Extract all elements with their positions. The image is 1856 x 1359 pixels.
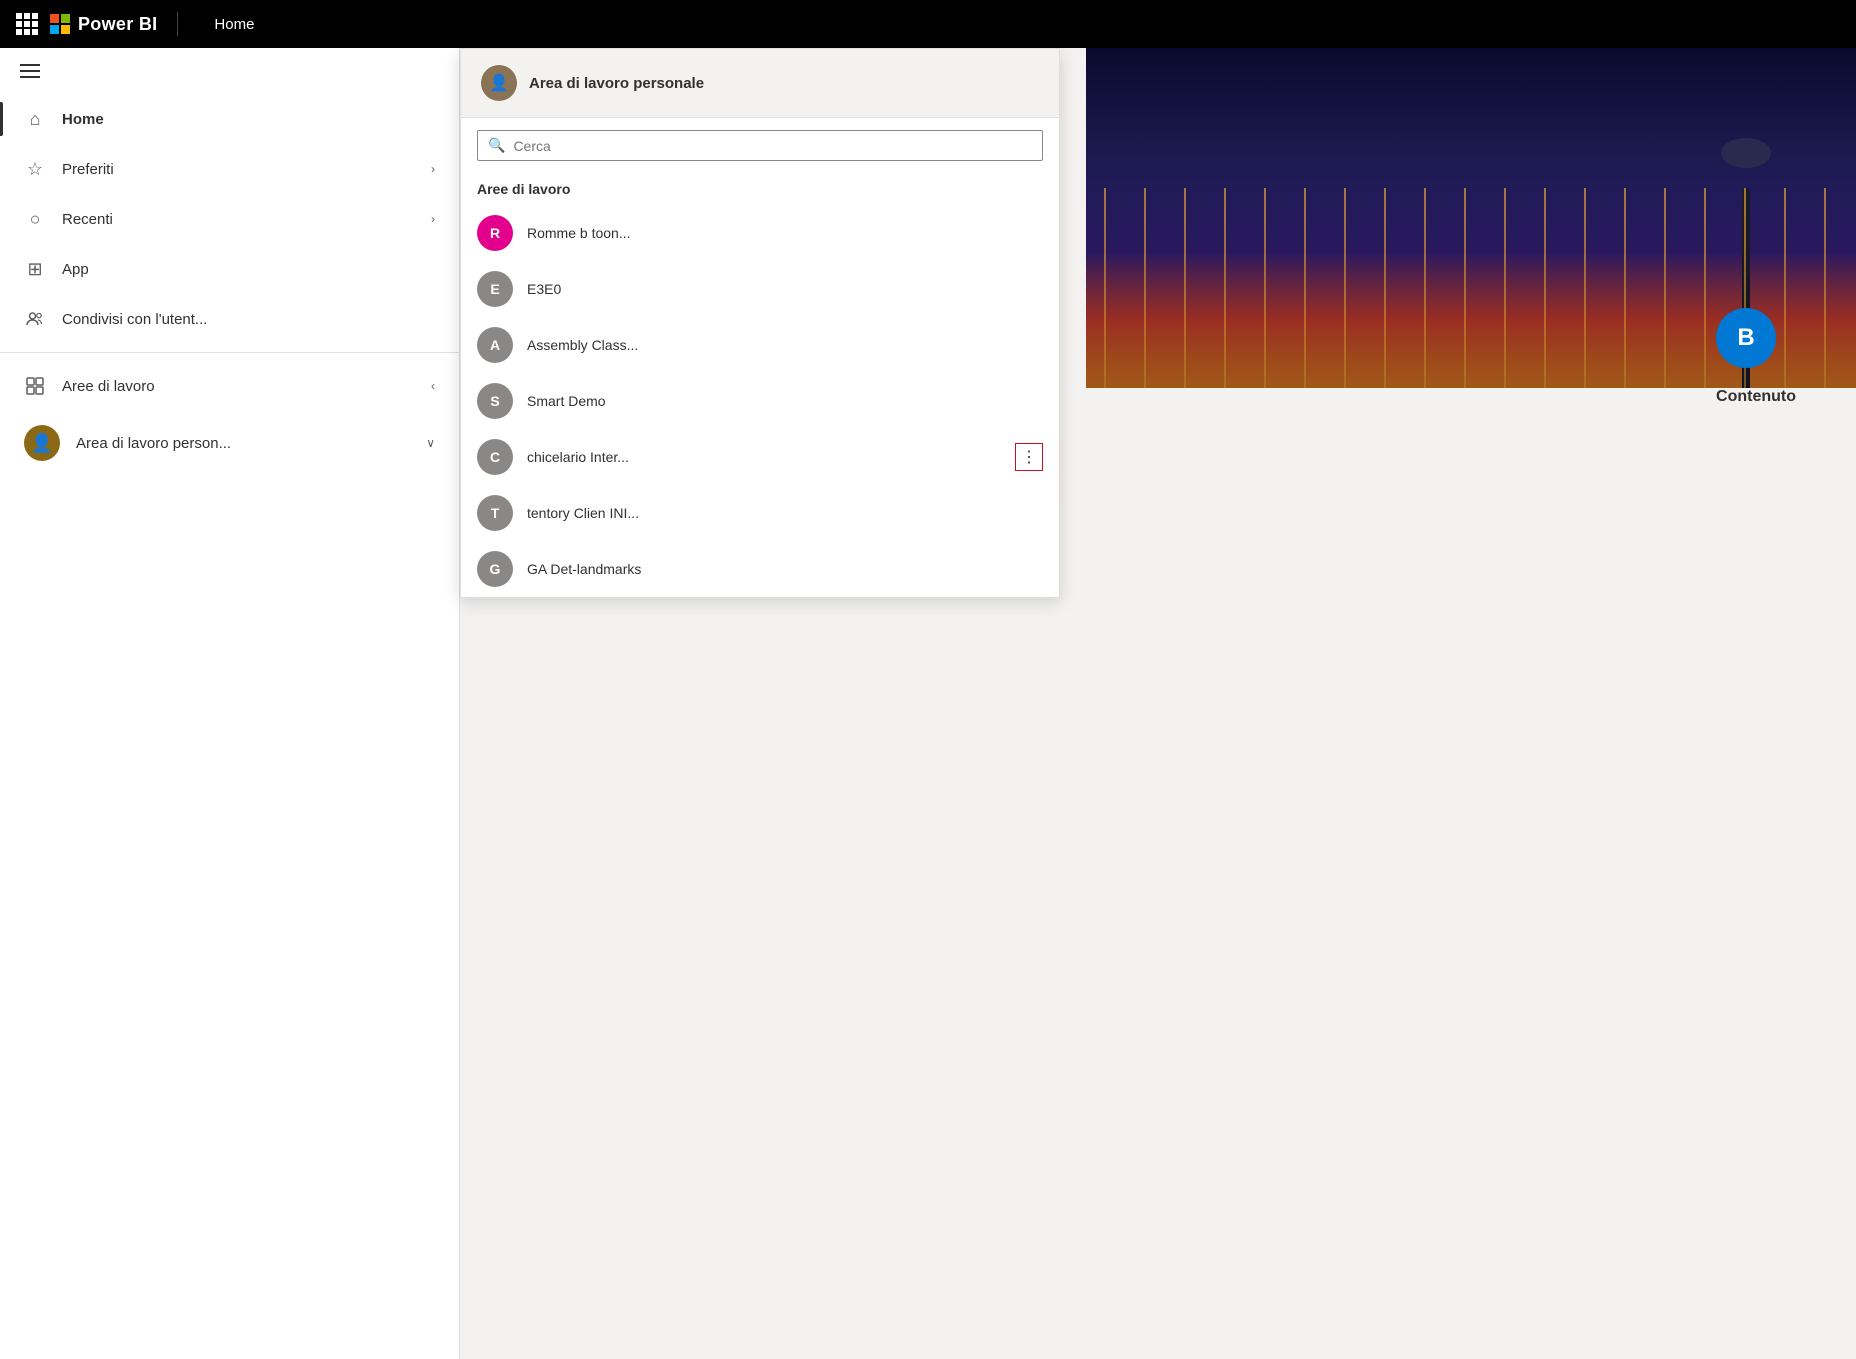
- topbar-page-name: Home: [214, 16, 254, 33]
- sidebar-label-preferiti: Preferiti: [62, 161, 415, 178]
- workspace-avatar-3: S: [477, 383, 513, 419]
- grid-icon: ⊞: [24, 258, 46, 280]
- microsoft-logo: Power BI: [50, 14, 157, 35]
- workspace-avatar-0: R: [477, 215, 513, 251]
- sidebar-label-area-personale: Area di lavoro person...: [76, 435, 410, 452]
- workspace-avatar-5: T: [477, 495, 513, 531]
- ms-red-square: [50, 14, 59, 23]
- sidebar-nav: ⌂ Home ☆ Preferiti › ○ Recenti › ⊞ App: [0, 94, 459, 1359]
- workspace-item-5[interactable]: T tentory Clien INI...: [461, 485, 1059, 541]
- user-b-avatar: B: [1716, 308, 1776, 368]
- people-icon: [24, 308, 46, 330]
- sidebar-item-aree-di-lavoro[interactable]: Aree di lavoro ‹: [0, 361, 459, 411]
- workspace-name-2: Assembly Class...: [527, 337, 1043, 353]
- workspace-name-3: Smart Demo: [527, 393, 1043, 409]
- ms-yellow-square: [61, 25, 70, 34]
- workspace-avatar-4: C: [477, 439, 513, 475]
- waffle-button[interactable]: [16, 13, 38, 35]
- sidebar-toggle-button[interactable]: [0, 48, 459, 94]
- workspace-more-button[interactable]: ⋮: [1015, 443, 1043, 471]
- sidebar-item-recenti[interactable]: ○ Recenti ›: [0, 194, 459, 244]
- ms-blue-square: [50, 25, 59, 34]
- workspace-list: R Romme b toon... E E3E0 A Assembly Clas…: [461, 205, 1059, 597]
- chevron-left-icon: ‹: [431, 379, 435, 393]
- ms-green-square: [61, 14, 70, 23]
- workspace-name-4: chicelario Inter...: [527, 449, 1001, 465]
- search-box[interactable]: 🔍: [477, 130, 1043, 161]
- section-title-workspaces: Aree di lavoro: [461, 173, 1059, 205]
- sidebar-label-condivisi: Condivisi con l'utent...: [62, 311, 435, 328]
- user-avatar-dropdown: 👤: [481, 65, 517, 101]
- sidebar-label-home: Home: [62, 111, 435, 128]
- main-layout: ⌂ Home ☆ Preferiti › ○ Recenti › ⊞ App: [0, 48, 1856, 1359]
- contenuto-label: Contenuto: [1716, 388, 1796, 406]
- search-icon: 🔍: [488, 137, 505, 154]
- sidebar-label-app: App: [62, 261, 435, 278]
- sidebar: ⌂ Home ☆ Preferiti › ○ Recenti › ⊞ App: [0, 48, 460, 1359]
- hamburger-icon: [20, 64, 40, 78]
- topbar-divider: [177, 12, 178, 36]
- ms-logo-grid: [50, 14, 70, 34]
- layout-icon: [24, 375, 46, 397]
- sidebar-item-app[interactable]: ⊞ App: [0, 244, 459, 294]
- sidebar-item-area-personale[interactable]: 👤 Area di lavoro person... ∨: [0, 411, 459, 475]
- workspace-name-0: Romme b toon...: [527, 225, 1043, 241]
- workspace-avatar-6: G: [477, 551, 513, 587]
- clock-icon: ○: [24, 208, 46, 230]
- workspace-item-3[interactable]: S Smart Demo: [461, 373, 1059, 429]
- workspace-name-6: GA Det-landmarks: [527, 561, 1043, 577]
- sidebar-item-home[interactable]: ⌂ Home: [0, 94, 459, 144]
- workspace-item-4[interactable]: C chicelario Inter... ⋮ Impostazioni del…: [461, 429, 1059, 485]
- sidebar-divider: [0, 352, 459, 353]
- topbar: Power BI Home: [0, 0, 1856, 48]
- search-input[interactable]: [513, 138, 1032, 154]
- workspace-avatar-2: A: [477, 327, 513, 363]
- sidebar-label-aree: Aree di lavoro: [62, 378, 415, 395]
- app-name: Power BI: [78, 14, 157, 35]
- dropdown-search-container: 🔍: [461, 118, 1059, 173]
- workspace-name-5: tentory Clien INI...: [527, 505, 1043, 521]
- workspace-item-6[interactable]: G GA Det-landmarks: [461, 541, 1059, 597]
- sidebar-item-preferiti[interactable]: ☆ Preferiti ›: [0, 144, 459, 194]
- star-icon: ☆: [24, 158, 46, 180]
- user-avatar-icon: 👤: [24, 425, 60, 461]
- workspace-item-1[interactable]: E E3E0: [461, 261, 1059, 317]
- workspace-item-0[interactable]: R Romme b toon...: [461, 205, 1059, 261]
- dropdown-header: 👤 Area di lavoro personale: [461, 49, 1059, 118]
- workspace-name-1: E3E0: [527, 281, 1043, 297]
- content-section: B Contenuto: [1716, 308, 1796, 406]
- home-icon: ⌂: [24, 108, 46, 130]
- chevron-right-icon-recenti: ›: [431, 212, 435, 226]
- chevron-down-icon: ∨: [426, 436, 435, 450]
- workspace-avatar-1: E: [477, 271, 513, 307]
- workspace-item-2[interactable]: A Assembly Class...: [461, 317, 1059, 373]
- dropdown-header-title: Area di lavoro personale: [529, 75, 704, 92]
- workspace-dropdown: 👤 Area di lavoro personale 🔍 Aree di lav…: [460, 48, 1060, 598]
- sidebar-label-recenti: Recenti: [62, 211, 415, 228]
- chevron-right-icon: ›: [431, 162, 435, 176]
- sidebar-item-condivisi[interactable]: Condivisi con l'utent...: [0, 294, 459, 344]
